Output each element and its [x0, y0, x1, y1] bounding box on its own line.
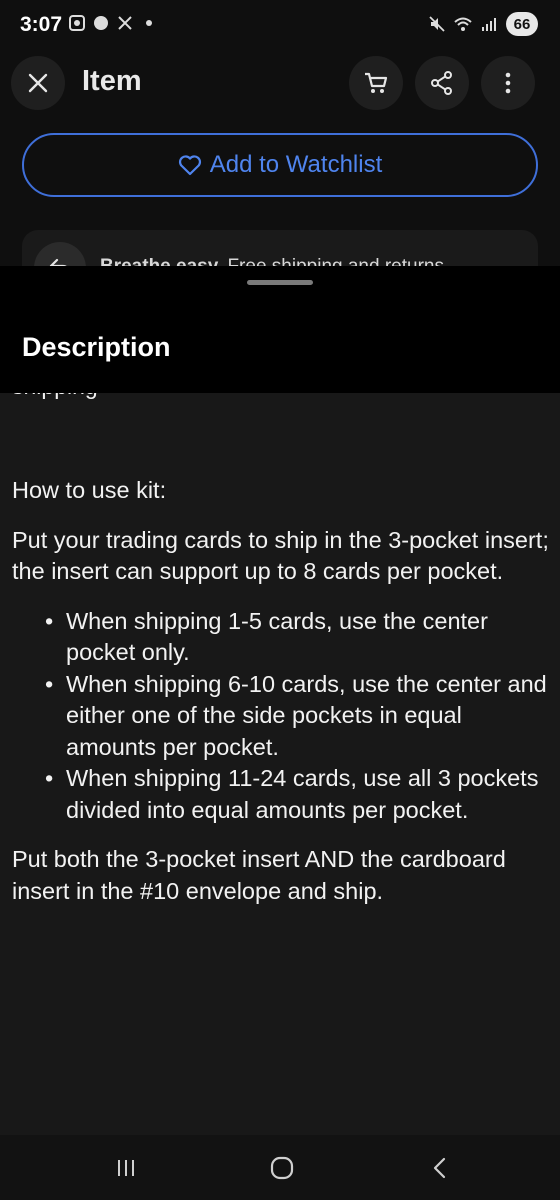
shipping-banner[interactable]: Breathe easy. Free shipping and returns.	[22, 230, 538, 266]
description-content[interactable]: shipping How to use kit: Put your tradin…	[0, 393, 560, 1135]
more-options-button[interactable]	[481, 56, 535, 110]
description-intro: Put your trading cards to ship in the 3-…	[12, 526, 549, 585]
chat-bubble-icon	[94, 16, 108, 30]
description-closing: Put both the 3-pocket insert AND the car…	[12, 846, 506, 904]
cart-button[interactable]	[349, 56, 403, 110]
page-title: Item	[82, 65, 142, 97]
watchlist-label: Add to Watchlist	[209, 151, 383, 178]
cutoff-text: shipping	[12, 393, 98, 400]
shipping-detail: Free shipping and returns.	[222, 256, 449, 266]
app-header: Item	[0, 50, 560, 126]
wifi-icon	[454, 17, 472, 31]
close-button[interactable]	[11, 56, 65, 110]
back-chevron-icon	[433, 1157, 446, 1179]
back-button[interactable]	[425, 1153, 455, 1183]
status-bar: 3:07 66	[0, 0, 560, 50]
drag-handle[interactable]	[247, 280, 313, 285]
system-nav-bar	[0, 1135, 560, 1200]
description-sheet-header: Description	[0, 266, 560, 393]
x-logo-icon	[118, 16, 132, 30]
instruction-list: When shipping 1-5 cards, use the center …	[12, 606, 552, 827]
close-icon	[28, 73, 48, 93]
home-icon	[270, 1156, 294, 1180]
share-icon	[431, 71, 452, 95]
shipping-text: Breathe easy. Free shipping and returns.	[100, 256, 449, 266]
mute-icon	[429, 16, 445, 32]
gallery-icon	[69, 15, 85, 31]
sheet-title: Description	[22, 332, 171, 362]
shipping-bold: Breathe easy.	[100, 256, 222, 266]
notification-icons	[68, 14, 152, 32]
system-icons: 66	[428, 12, 538, 36]
status-time: 3:07	[20, 13, 63, 36]
list-item: When shipping 6-10 cards, use the center…	[12, 669, 552, 764]
item-actions: Add to Watchlist Breathe easy. Free ship…	[0, 126, 560, 266]
recents-button[interactable]	[111, 1153, 141, 1183]
return-icon-wrapper	[34, 242, 86, 266]
more-vertical-icon	[505, 72, 511, 94]
description-heading: How to use kit:	[12, 477, 167, 503]
add-to-watchlist-button[interactable]: Add to Watchlist	[22, 133, 538, 197]
return-arrow-icon	[49, 258, 67, 266]
description-body: How to use kit: Put your trading cards t…	[12, 475, 552, 925]
share-button[interactable]	[415, 56, 469, 110]
cart-icon	[365, 72, 388, 93]
more-notifications-dot	[146, 20, 152, 26]
list-item: When shipping 11-24 cards, use all 3 poc…	[12, 763, 552, 826]
battery-indicator: 66	[506, 12, 538, 36]
home-button[interactable]	[267, 1153, 297, 1183]
signal-icon	[482, 18, 496, 31]
recents-icon	[118, 1160, 134, 1176]
heart-outline-icon	[178, 155, 201, 176]
list-item: When shipping 1-5 cards, use the center …	[12, 606, 552, 669]
